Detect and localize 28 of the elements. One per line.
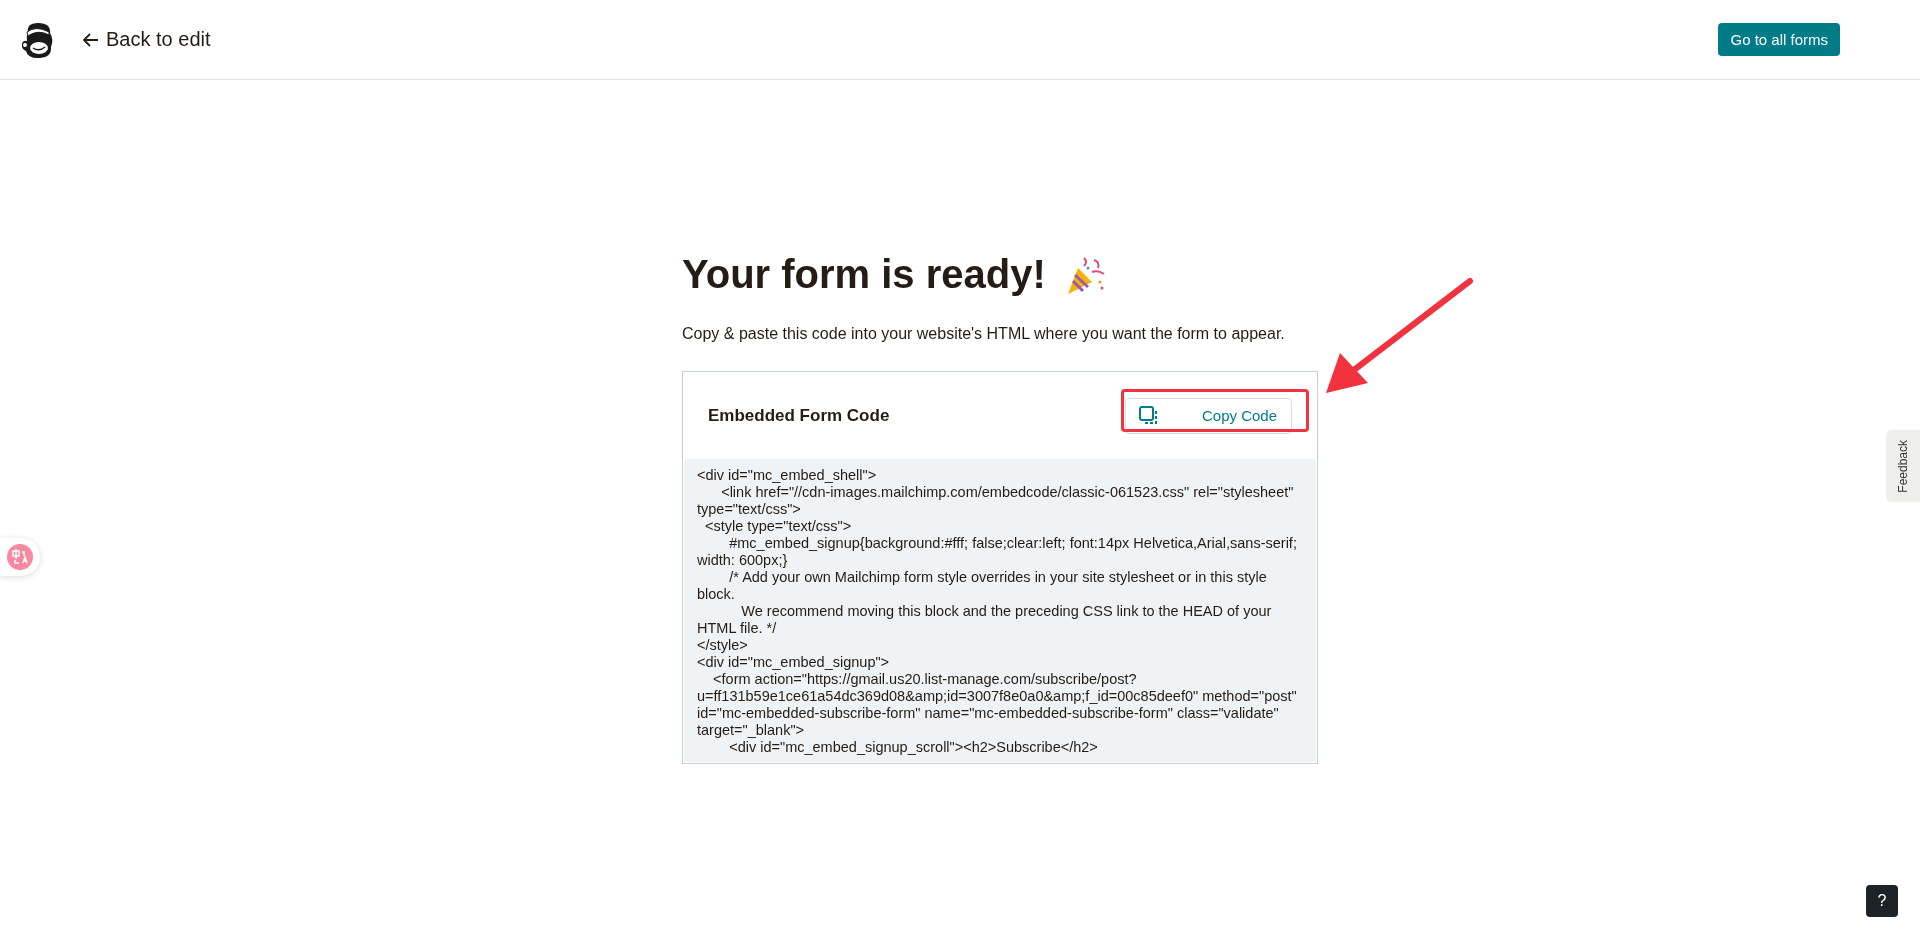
code-line: width: 600px;} <box>697 552 789 569</box>
feedback-tab[interactable]: Feedback <box>1886 430 1920 502</box>
code-line: HTML file. */ <box>697 620 778 637</box>
code-line: <style type="text/css"> <box>704 518 853 535</box>
card-title: Embedded Form Code <box>708 405 890 426</box>
go-to-all-forms-button[interactable]: Go to all forms <box>1718 23 1840 56</box>
copy-icon <box>1137 404 1160 427</box>
code-line: <div id="mc_embed_shell"> <box>697 467 878 484</box>
code-line: <link href="//cdn-images.mailchimp.com/embedcode/classic-061523.css" rel="stylesheet" <box>720 484 1295 501</box>
code-line: id="mc-embedded-subscribe-form" name="mc-embedded-subscribe-form" class="validate" <box>697 705 1280 722</box>
back-arrow-icon <box>82 30 100 49</box>
page-title: Your form is ready! <box>682 252 1046 297</box>
code-line: <div id="mc_embed_signup_scroll"><h2>Subscribe</h2> <box>728 739 1099 756</box>
code-line: u=ff131b59e1ce61a54dc369d08&amp;id=3007f8e0a0&amp;f_id=00c85deef0" method="post" <box>697 688 1298 705</box>
code-box[interactable] <box>684 459 1316 762</box>
back-link[interactable]: Back to edit <box>82 28 211 51</box>
code-line: </style> <box>697 637 749 654</box>
help-button[interactable]: ? <box>1866 885 1898 917</box>
translate-icon <box>7 544 33 570</box>
code-line: <div id="mc_embed_signup"> <box>697 654 891 671</box>
code-line: #mc_embed_signup{background:#fff; false;clear:left; font:14px Helvetica,Arial,sans-serif; <box>728 535 1298 552</box>
code-line: We recommend moving this block and the preceding CSS link to the HEAD of your <box>740 603 1273 620</box>
code-line: /* Add your own Mailchimp form style overrides in your site stylesheet or in this style <box>728 569 1268 586</box>
code-line: block. <box>697 586 736 603</box>
code-line: type="text/css"> <box>697 501 802 518</box>
code-line: <form action="https://gmail.us20.list-manage.com/subscribe/post? <box>712 671 1138 688</box>
instructions-text: Copy & paste this code into your website's HTML where you want the form to appear. <box>682 325 1286 343</box>
code-line: target="_blank"> <box>697 722 806 739</box>
